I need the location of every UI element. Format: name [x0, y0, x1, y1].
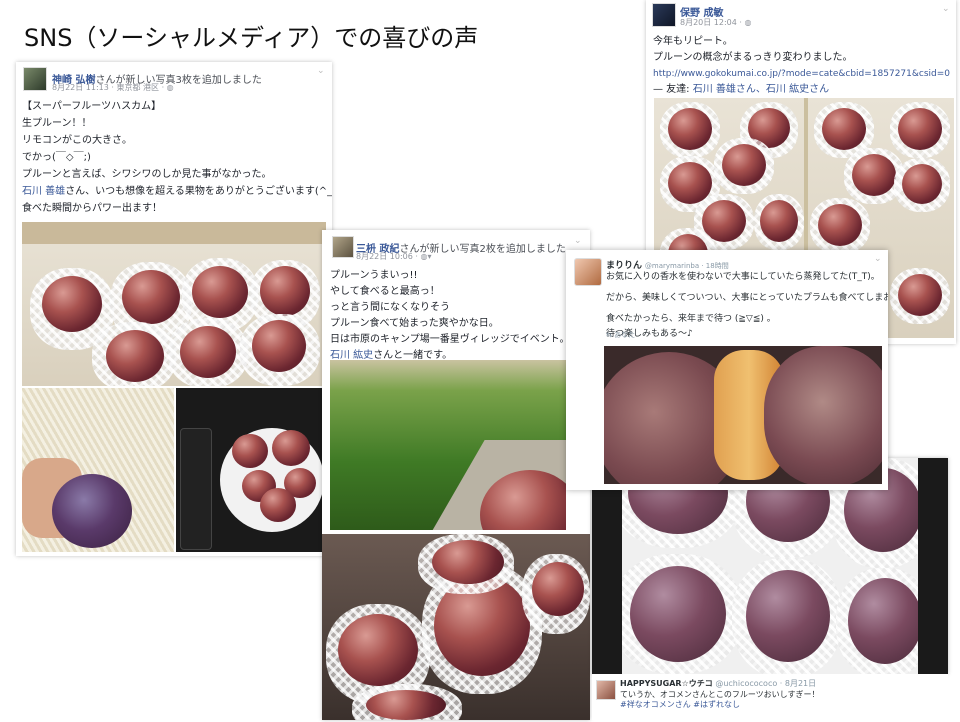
post-line: 【スーパーフルーツハスカム】 — [22, 101, 162, 112]
post-line: 食べた瞬間からパワー出ます！ — [22, 203, 162, 214]
grass-path-photo[interactable] — [330, 360, 566, 530]
chevron-down-icon[interactable]: ⌄ — [942, 4, 950, 14]
with-label: — 友達: — [653, 84, 693, 95]
post-line: リモコンがこの大きさ。 — [22, 135, 132, 146]
tweet-footer: あなた — [614, 331, 636, 339]
tweet-handle[interactable]: @uchicocococo · 8月21日 — [715, 679, 816, 688]
post-meta[interactable]: 8月22日 11:13 · 東京都 港区 · — [52, 83, 167, 92]
globe-icon: ◍ — [744, 18, 752, 27]
tweet-handle[interactable]: @marymarinba · 18時間 — [645, 262, 729, 270]
post-line: 今年もリピート。 — [653, 36, 733, 47]
plum-box-dark-photo[interactable] — [622, 458, 918, 674]
slide-title: SNS（ソーシャルメディア）での喜びの声 — [24, 24, 479, 52]
facebook-post-kanzaki: 神崎 弘樹さんが新しい写真3枚を追加しました 8月22日 11:13 · 東京都… — [16, 62, 332, 556]
plum-in-hand-photo[interactable] — [22, 388, 174, 552]
chevron-down-icon[interactable]: ⌄ — [574, 236, 582, 246]
globe-icon: ◍ — [166, 83, 174, 92]
post-line: プルーンと言えば、シワシワのしか見た事がなかった。 — [22, 169, 272, 180]
tweet-hashtags[interactable]: #祥なオコメンさん #はずれなし — [620, 699, 740, 710]
avatar[interactable] — [596, 680, 616, 700]
audience-icon[interactable]: ◍▾ — [421, 252, 432, 261]
tweet-mariririn: まりりん @marymarinba · 18時間 ⌄ お気に入りの香水を使わない… — [566, 250, 888, 490]
tagged-user[interactable]: 石川 善雄 — [22, 186, 65, 197]
post-meta[interactable]: 8月22日 10:06 · — [356, 252, 421, 261]
post-line: っと言う間になくなりそう — [330, 302, 450, 313]
post-line: プルーンうまいっ!! — [330, 270, 418, 281]
twitter-photo-card — [592, 458, 948, 674]
tweet-line: 食べたかったら、来年まで待つ (≧▽≦) 。 — [606, 314, 776, 324]
post-line: やして食べると最高っ！ — [330, 286, 440, 297]
chevron-down-icon[interactable]: ⌄ — [317, 66, 325, 76]
avatar[interactable] — [23, 67, 47, 91]
tagged-users[interactable]: 石川 善雄さん、石川 紘史さん — [693, 84, 829, 95]
post-line: プルーン食べて始まった爽やかな日。 — [330, 318, 499, 329]
post-line: 生プルーン！！ — [22, 118, 92, 129]
plum-closeup-photo[interactable] — [322, 534, 590, 720]
tweet-author[interactable]: HAPPYSUGAR☆ウチコ — [620, 679, 713, 688]
post-meta[interactable]: 8月20日 12:04 · — [680, 18, 745, 27]
avatar[interactable] — [332, 236, 354, 258]
post-line: 日は市原のキャンプ場一番星ヴィレッジでイベント。... も — [330, 334, 590, 345]
tweet-line: お気に入りの香水を使わないで大事にしていたら蒸発してた(T_T)。 — [606, 272, 880, 282]
product-link[interactable]: http://www.gokokumai.co.jp/?mode=cate&cb… — [653, 66, 953, 82]
post-line: さん、いつも想像を超える果物をありがとうございます(^_^) — [65, 186, 332, 197]
facebook-post-mitsumasu: 三枡 政紀さんが新しい写真2枚を追加しました 8月22日 10:06 · ◍▾ … — [322, 230, 590, 720]
avatar[interactable] — [652, 3, 676, 27]
retweet-icon[interactable]: ⇆ — [606, 331, 614, 339]
avatar[interactable] — [574, 258, 602, 286]
chevron-down-icon[interactable]: ⌄ — [874, 254, 882, 264]
plum-box-photo[interactable] — [22, 222, 326, 386]
plums-with-remote-photo[interactable] — [176, 388, 326, 552]
post-line: でかっ(￣◇￣;) — [22, 152, 91, 163]
tweet-line: 待つ楽しみもある〜♪ — [606, 329, 693, 339]
tweet-line: だから、美味しくてついつい、大事にとっていたプラムも食べてしまおう。 — [606, 293, 888, 303]
tweet-happysugar: HAPPYSUGAR☆ウチコ @uchicocococo · 8月21日 ていう… — [592, 674, 948, 720]
post-line: プルーンの概念がまるっきり変わりました。 — [653, 52, 853, 63]
cut-plum-photo[interactable] — [604, 346, 882, 484]
